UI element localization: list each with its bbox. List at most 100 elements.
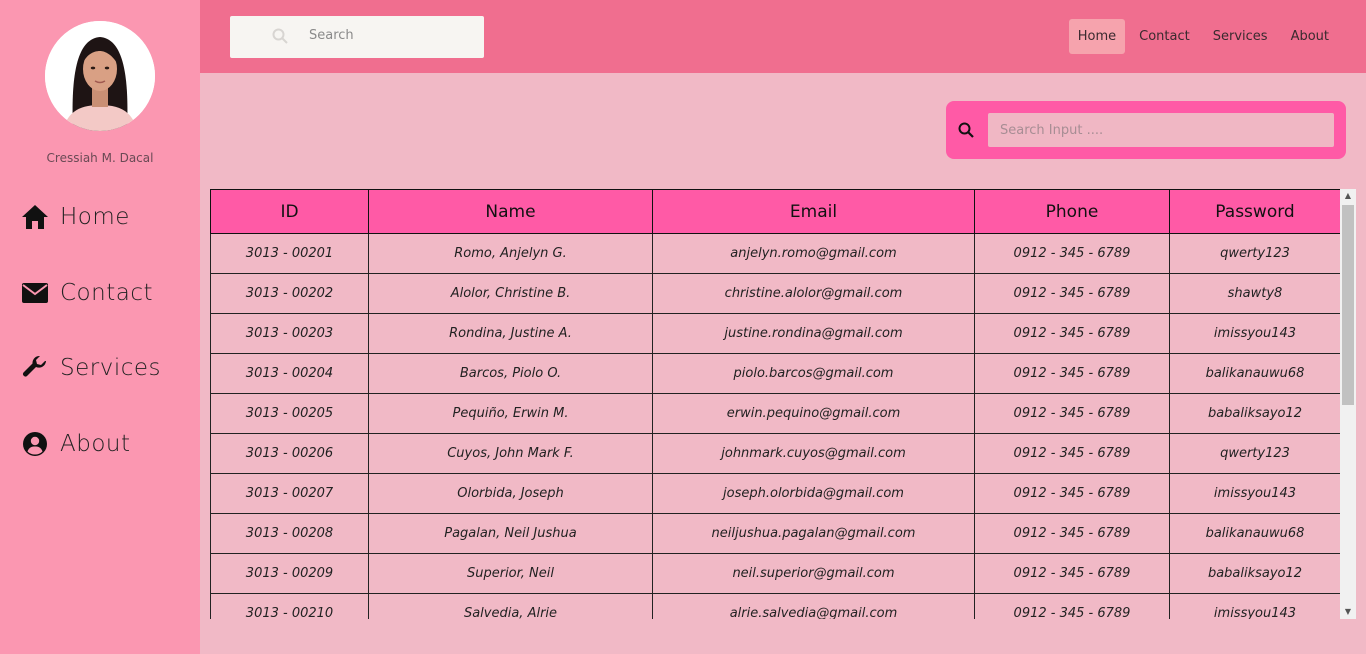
sidebar-item-label: About bbox=[60, 431, 131, 457]
scrollbar-thumb[interactable] bbox=[1342, 205, 1354, 405]
cell-id: 3013 - 00208 bbox=[210, 513, 369, 554]
cell-name: Olorbida, Joseph bbox=[368, 473, 653, 514]
header-password: Password bbox=[1169, 189, 1341, 234]
cell-name: Rondina, Justine A. bbox=[368, 313, 653, 354]
cell-email: johnmark.cuyos@gmail.com bbox=[652, 433, 975, 474]
top-nav-contact[interactable]: Contact bbox=[1130, 19, 1199, 54]
cell-email: alrie.salvedia@gmail.com bbox=[652, 593, 975, 619]
cell-id: 3013 - 00202 bbox=[210, 273, 369, 314]
cell-phone: 0912 - 345 - 6789 bbox=[974, 433, 1170, 474]
cell-password: babaliksayo12 bbox=[1169, 553, 1341, 594]
cell-phone: 0912 - 345 - 6789 bbox=[974, 353, 1170, 394]
cell-password: balikanauwu68 bbox=[1169, 513, 1341, 554]
scroll-up-arrow-icon[interactable]: ▲ bbox=[1340, 189, 1356, 203]
cell-id: 3013 - 00203 bbox=[210, 313, 369, 354]
cell-phone: 0912 - 345 - 6789 bbox=[974, 273, 1170, 314]
sidebar-item-label: Contact bbox=[60, 280, 153, 306]
cell-email: neil.superior@gmail.com bbox=[652, 553, 975, 594]
cell-id: 3013 - 00207 bbox=[210, 473, 369, 514]
sidebar-item-home[interactable]: Home bbox=[20, 197, 130, 237]
cell-name: Pequiño, Erwin M. bbox=[368, 393, 653, 434]
header-name: Name bbox=[368, 189, 653, 234]
sidebar-item-services[interactable]: Services bbox=[20, 348, 161, 388]
sidebar: Cressiah M. Dacal Home Contact Services … bbox=[0, 0, 200, 654]
cell-password: shawty8 bbox=[1169, 273, 1341, 314]
table-row[interactable]: 3013 - 00208 Pagalan, Neil Jushua neiljush… bbox=[210, 513, 1341, 554]
profile-name: Cressiah M. Dacal bbox=[46, 151, 154, 165]
user-circle-icon bbox=[20, 429, 50, 459]
sidebar-item-contact[interactable]: Contact bbox=[20, 273, 153, 313]
header-email: Email bbox=[652, 189, 975, 234]
cell-name: Barcos, Piolo O. bbox=[368, 353, 653, 394]
cell-name: Pagalan, Neil Jushua bbox=[368, 513, 653, 554]
cell-name: Superior, Neil bbox=[368, 553, 653, 594]
sidebar-item-label: Home bbox=[60, 204, 130, 230]
sidebar-item-label: Services bbox=[60, 355, 161, 381]
cell-id: 3013 - 00204 bbox=[210, 353, 369, 394]
table-row[interactable]: 3013 - 00207 Olorbida, Joseph joseph.olorb… bbox=[210, 473, 1341, 514]
cell-password: qwerty123 bbox=[1169, 233, 1341, 274]
header-id: ID bbox=[210, 189, 369, 234]
cell-id: 3013 - 00201 bbox=[210, 233, 369, 274]
search-icon bbox=[958, 122, 974, 142]
sidebar-item-about[interactable]: About bbox=[20, 424, 131, 464]
cell-name: Romo, Anjelyn G. bbox=[368, 233, 653, 274]
cell-phone: 0912 - 345 - 6789 bbox=[974, 513, 1170, 554]
cell-email: joseph.olorbida@gmail.com bbox=[652, 473, 975, 514]
cell-password: babaliksayo12 bbox=[1169, 393, 1341, 434]
users-table-container[interactable]: ID Name Email Phone Password 3013 - 0020… bbox=[210, 189, 1356, 619]
users-table: ID Name Email Phone Password 3013 - 0020… bbox=[210, 189, 1341, 619]
cell-phone: 0912 - 345 - 6789 bbox=[974, 393, 1170, 434]
top-nav-services[interactable]: Services bbox=[1204, 19, 1277, 54]
envelope-icon bbox=[20, 278, 50, 308]
cell-password: qwerty123 bbox=[1169, 433, 1341, 474]
cell-name: Alolor, Christine B. bbox=[368, 273, 653, 314]
table-row[interactable]: 3013 - 00202 Alolor, Christine B. christin… bbox=[210, 273, 1341, 314]
cell-phone: 0912 - 345 - 6789 bbox=[974, 553, 1170, 594]
header-phone: Phone bbox=[974, 189, 1170, 234]
table-row[interactable]: 3013 - 00205 Pequiño, Erwin M. erwin.pequi… bbox=[210, 393, 1341, 434]
cell-email: piolo.barcos@gmail.com bbox=[652, 353, 975, 394]
table-row[interactable]: 3013 - 00209 Superior, Neil neil.superior@… bbox=[210, 553, 1341, 594]
table-row[interactable]: 3013 - 00206 Cuyos, John Mark F. johnmark.… bbox=[210, 433, 1341, 474]
top-nav: Home Contact Services About bbox=[1064, 19, 1338, 54]
cell-name: Salvedia, Alrie bbox=[368, 593, 653, 619]
cell-phone: 0912 - 345 - 6789 bbox=[974, 233, 1170, 274]
cell-password: balikanauwu68 bbox=[1169, 353, 1341, 394]
scroll-down-arrow-icon[interactable]: ▼ bbox=[1340, 605, 1356, 619]
table-header-row: ID Name Email Phone Password bbox=[210, 189, 1341, 234]
cell-name: Cuyos, John Mark F. bbox=[368, 433, 653, 474]
top-nav-about[interactable]: About bbox=[1282, 19, 1338, 54]
cell-id: 3013 - 00205 bbox=[210, 393, 369, 434]
table-scrollbar[interactable]: ▲ ▼ bbox=[1340, 189, 1356, 619]
cell-phone: 0912 - 345 - 6789 bbox=[974, 313, 1170, 354]
cell-id: 3013 - 00210 bbox=[210, 593, 369, 619]
cell-phone: 0912 - 345 - 6789 bbox=[974, 593, 1170, 619]
search-icon bbox=[272, 28, 288, 48]
avatar bbox=[45, 21, 155, 131]
top-bar: Search Home Contact Services About bbox=[200, 0, 1366, 73]
cell-phone: 0912 - 345 - 6789 bbox=[974, 473, 1170, 514]
home-icon bbox=[20, 202, 50, 232]
top-search-placeholder: Search bbox=[309, 28, 354, 43]
table-row[interactable]: 3013 - 00201 Romo, Anjelyn G. anjelyn.romo… bbox=[210, 233, 1341, 274]
cell-email: christine.alolor@gmail.com bbox=[652, 273, 975, 314]
cell-id: 3013 - 00206 bbox=[210, 433, 369, 474]
cell-email: neiljushua.pagalan@gmail.com bbox=[652, 513, 975, 554]
wrench-icon bbox=[20, 353, 50, 383]
cell-password: imissyou143 bbox=[1169, 313, 1341, 354]
cell-email: anjelyn.romo@gmail.com bbox=[652, 233, 975, 274]
cell-id: 3013 - 00209 bbox=[210, 553, 369, 594]
table-row[interactable]: 3013 - 00204 Barcos, Piolo O. piolo.barcos… bbox=[210, 353, 1341, 394]
top-nav-home[interactable]: Home bbox=[1068, 19, 1126, 54]
table-row[interactable]: 3013 - 00210 Salvedia, Alrie alrie.salvedi… bbox=[210, 593, 1341, 619]
cell-email: justine.rondina@gmail.com bbox=[652, 313, 975, 354]
cell-email: erwin.pequino@gmail.com bbox=[652, 393, 975, 434]
top-search-input[interactable]: Search bbox=[230, 16, 484, 58]
table-body: 3013 - 00201 Romo, Anjelyn G. anjelyn.romo… bbox=[210, 233, 1341, 619]
table-row[interactable]: 3013 - 00203 Rondina, Justine A. justine.r… bbox=[210, 313, 1341, 354]
table-search-input[interactable] bbox=[988, 113, 1334, 147]
cell-password: imissyou143 bbox=[1169, 593, 1341, 619]
cell-password: imissyou143 bbox=[1169, 473, 1341, 514]
search-panel bbox=[946, 101, 1346, 159]
